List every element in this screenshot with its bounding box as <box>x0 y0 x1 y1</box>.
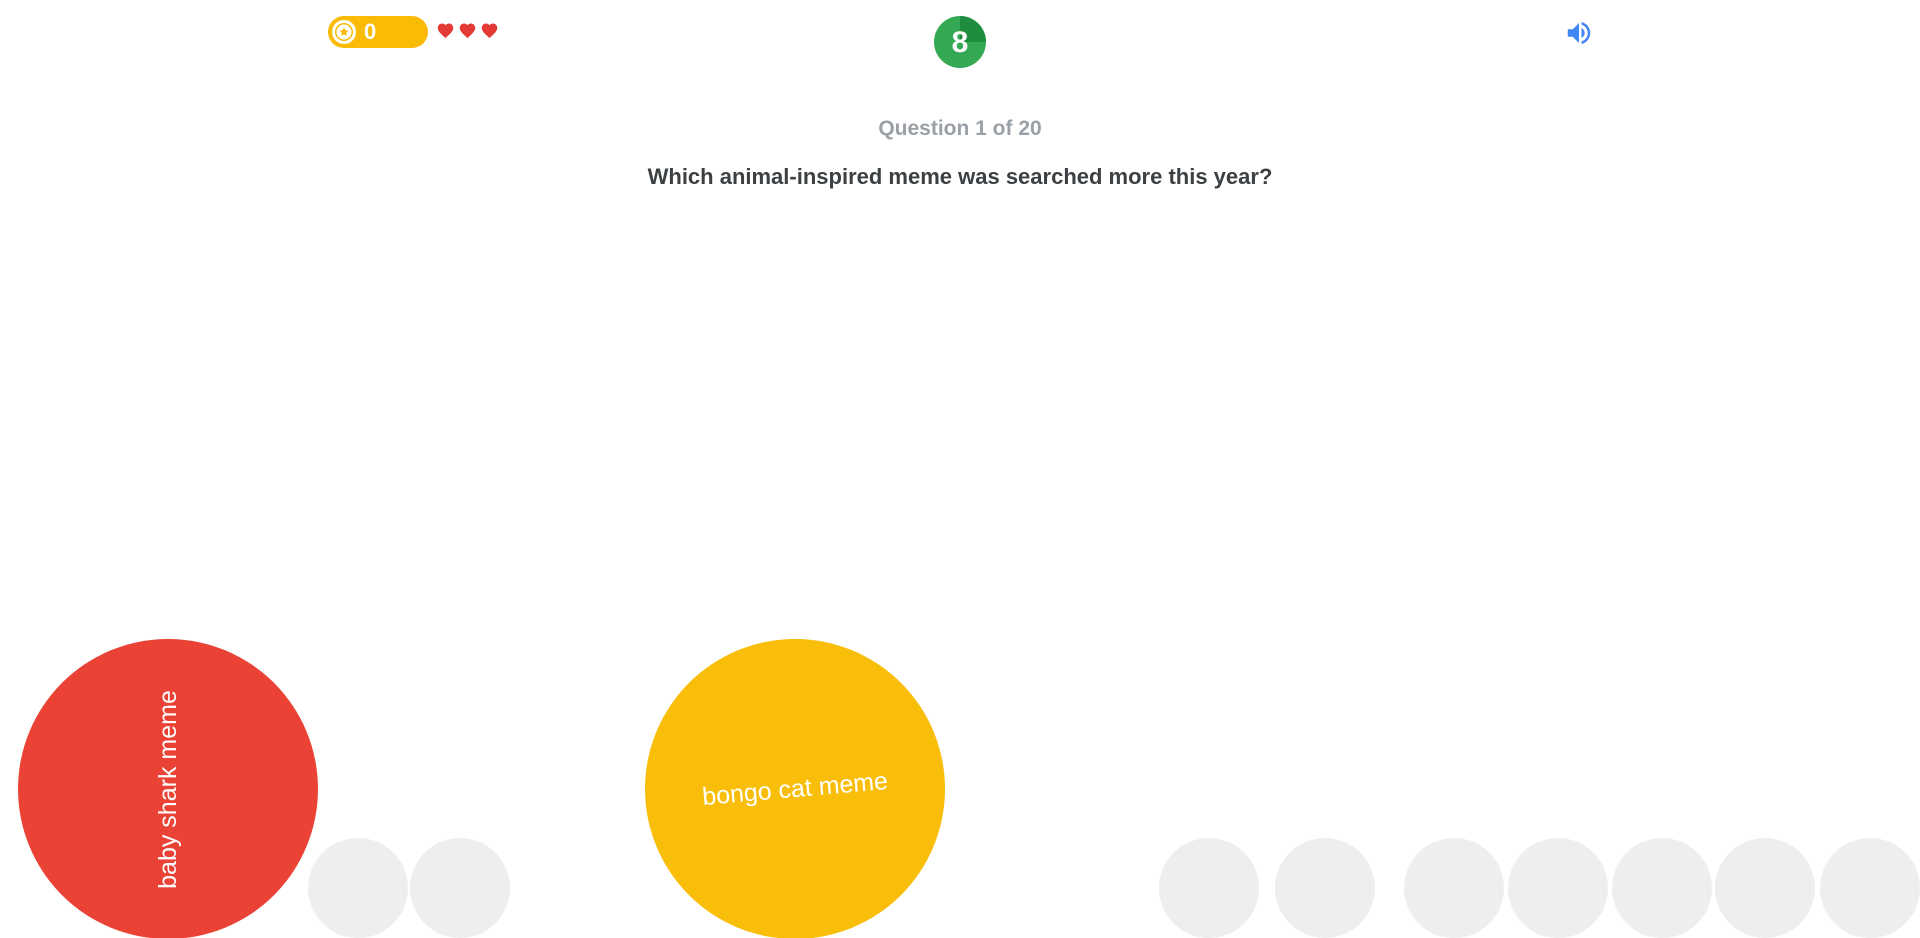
answer-ball-bongo-cat[interactable]: bongo cat meme <box>645 639 945 938</box>
lives-indicator <box>436 22 499 39</box>
countdown-timer: 8 <box>934 16 986 68</box>
answer-ball-baby-shark[interactable]: baby shark meme <box>18 639 318 938</box>
placeholder-ball <box>1159 838 1259 938</box>
placeholder-ball <box>1612 838 1712 938</box>
question-counter: Question 1 of 20 <box>878 117 1042 140</box>
star-icon <box>332 20 356 44</box>
heart-icon <box>436 22 455 39</box>
speaker-icon <box>1567 22 1591 44</box>
game-stage: 0 8 Question 1 of 20 Which animal-inspir… <box>0 0 1920 938</box>
timer-value: 8 <box>951 26 969 59</box>
answer-label: bongo cat meme <box>700 766 889 811</box>
placeholder-ball <box>1404 838 1504 938</box>
placeholder-ball <box>1820 838 1920 938</box>
placeholder-ball <box>1715 838 1815 938</box>
placeholder-ball <box>308 838 408 938</box>
score-value: 0 <box>364 19 377 44</box>
sound-toggle-button[interactable] <box>1564 18 1596 48</box>
heart-icon <box>480 22 499 39</box>
score-pill: 0 <box>328 16 428 48</box>
placeholder-ball <box>1275 838 1375 938</box>
placeholder-ball <box>410 838 510 938</box>
question-text: Which animal-inspired meme was searched … <box>647 164 1273 189</box>
heart-icon <box>458 22 477 39</box>
placeholder-ball <box>1508 838 1608 938</box>
answer-label: baby shark meme <box>153 689 182 889</box>
